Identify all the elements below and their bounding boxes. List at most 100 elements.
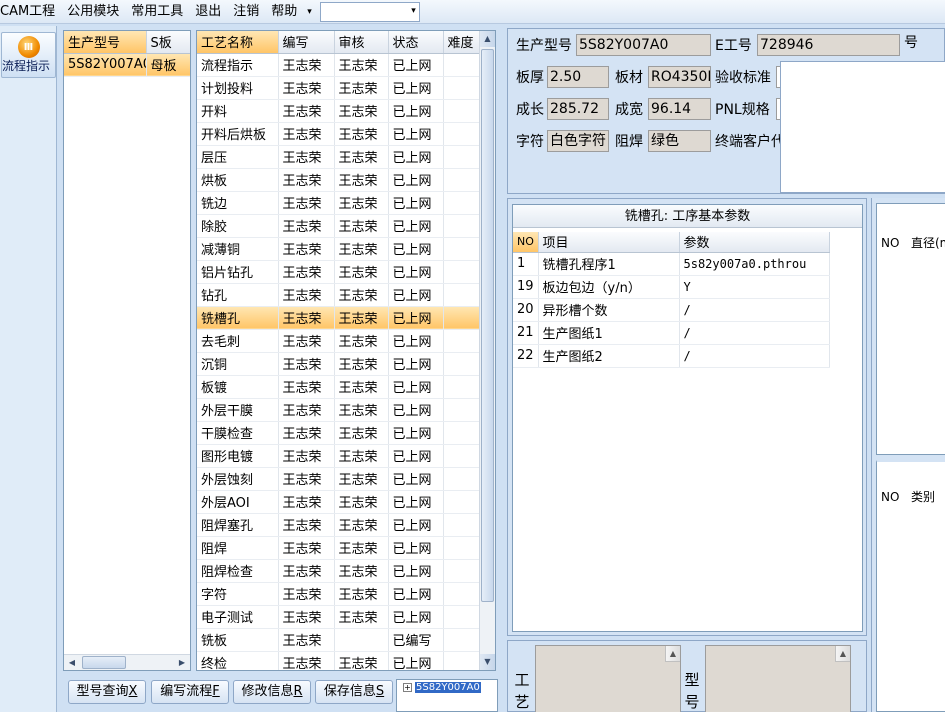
params-no-header[interactable]: NO bbox=[513, 232, 539, 253]
process-name-cell[interactable]: 干膜检查 bbox=[197, 421, 279, 445]
params-row[interactable]: 21 生产图纸1/ bbox=[513, 321, 830, 345]
writer-cell[interactable]: 王志荣 bbox=[278, 191, 335, 215]
process-name-cell[interactable]: 铣槽孔 bbox=[197, 306, 279, 330]
reviewer-cell[interactable]: 王志荣 bbox=[334, 99, 389, 123]
status-cell[interactable]: 已上网 bbox=[388, 559, 444, 583]
status-cell[interactable]: 已上网 bbox=[388, 444, 444, 468]
process-row[interactable]: 干膜检查 王志荣 王志荣 已上网 bbox=[197, 421, 482, 445]
menu-combo-box[interactable]: ▾ bbox=[319, 1, 420, 22]
reviewer-cell[interactable]: 王志荣 bbox=[334, 168, 389, 192]
process-row[interactable]: 阻焊 王志荣 王志荣 已上网 bbox=[197, 536, 482, 560]
process-row[interactable]: 外层AOI 王志荣 王志荣 已上网 bbox=[197, 490, 482, 514]
status-cell[interactable]: 已上网 bbox=[388, 237, 444, 261]
difficulty-cell[interactable] bbox=[443, 467, 482, 491]
process-row[interactable]: 字符 王志荣 王志荣 已上网 bbox=[197, 582, 482, 606]
difficulty-cell[interactable] bbox=[443, 513, 482, 537]
status-cell[interactable]: 已上网 bbox=[388, 329, 444, 353]
writer-cell[interactable]: 王志荣 bbox=[278, 76, 335, 100]
finished-width-field[interactable]: 96.14 bbox=[648, 98, 711, 120]
reviewer-cell[interactable]: 王志荣 bbox=[334, 651, 389, 670]
writer-cell[interactable]: 王志荣 bbox=[278, 444, 335, 468]
edit-info-button[interactable]: 修改信息R bbox=[233, 680, 311, 704]
difficulty-cell[interactable] bbox=[443, 329, 482, 353]
writer-header[interactable]: 编写 bbox=[278, 31, 335, 54]
scroll-up-icon[interactable]: ▲ bbox=[835, 646, 850, 662]
process-name-cell[interactable]: 铣板 bbox=[197, 628, 279, 652]
process-name-cell[interactable]: 烘板 bbox=[197, 168, 279, 192]
reviewer-cell[interactable]: 王志荣 bbox=[334, 260, 389, 284]
process-row[interactable]: 流程指示 王志荣 王志荣 已上网 bbox=[197, 53, 482, 77]
silkscreen-field[interactable]: 白色字符 bbox=[547, 130, 609, 152]
reviewer-cell[interactable]: 王志荣 bbox=[334, 444, 389, 468]
e-number-field[interactable]: 728946 bbox=[757, 34, 900, 56]
writer-cell[interactable]: 王志荣 bbox=[278, 582, 335, 606]
params-row[interactable]: 22 生产图纸2/ bbox=[513, 344, 830, 368]
reviewer-cell[interactable]: 王志荣 bbox=[334, 352, 389, 376]
reviewer-cell[interactable]: 王志荣 bbox=[334, 283, 389, 307]
process-row[interactable]: 开料后烘板 王志荣 王志荣 已上网 bbox=[197, 122, 482, 146]
params-value-cell[interactable]: Y bbox=[679, 275, 830, 299]
reviewer-cell[interactable]: 王志荣 bbox=[334, 306, 389, 330]
status-cell[interactable]: 已上网 bbox=[388, 76, 444, 100]
nav-flow-button[interactable]: Ⅲ 流程指示 bbox=[1, 32, 56, 78]
thickness-field[interactable]: 2.50 bbox=[547, 66, 609, 88]
process-row[interactable]: 阻焊检查 王志荣 王志荣 已上网 bbox=[197, 559, 482, 583]
status-cell[interactable]: 已上网 bbox=[388, 352, 444, 376]
process-row[interactable]: 终检 王志荣 王志荣 已上网 bbox=[197, 651, 482, 670]
status-cell[interactable]: 已上网 bbox=[388, 421, 444, 445]
process-name-cell[interactable]: 电子测试 bbox=[197, 605, 279, 629]
difficulty-cell[interactable] bbox=[443, 122, 482, 146]
reviewer-cell[interactable]: 王志荣 bbox=[334, 513, 389, 537]
menu-common-module[interactable]: 公用模块 bbox=[61, 0, 125, 24]
process-name-cell[interactable]: 终检 bbox=[197, 651, 279, 670]
process-name-cell[interactable]: 铣边 bbox=[197, 191, 279, 215]
difficulty-cell[interactable] bbox=[443, 628, 482, 652]
process-memo[interactable]: ▲ bbox=[535, 645, 681, 712]
reviewer-cell[interactable]: 王志荣 bbox=[334, 145, 389, 169]
status-cell[interactable]: 已上网 bbox=[388, 122, 444, 146]
process-row[interactable]: 计划投料 王志荣 王志荣 已上网 bbox=[197, 76, 482, 100]
reviewer-cell[interactable]: 王志荣 bbox=[334, 582, 389, 606]
status-cell[interactable]: 已上网 bbox=[388, 582, 444, 606]
difficulty-cell[interactable] bbox=[443, 582, 482, 606]
writer-cell[interactable]: 王志荣 bbox=[278, 605, 335, 629]
difficulty-cell[interactable] bbox=[443, 605, 482, 629]
writer-cell[interactable]: 王志荣 bbox=[278, 398, 335, 422]
writer-cell[interactable]: 王志荣 bbox=[278, 375, 335, 399]
process-row[interactable]: 除胶 王志荣 王志荣 已上网 bbox=[197, 214, 482, 238]
process-name-cell[interactable]: 外层AOI bbox=[197, 490, 279, 514]
writer-cell[interactable]: 王志荣 bbox=[278, 513, 335, 537]
params-value-header[interactable]: 参数 bbox=[679, 232, 830, 253]
process-row[interactable]: 开料 王志荣 王志荣 已上网 bbox=[197, 99, 482, 123]
reviewer-cell[interactable]: 王志荣 bbox=[334, 214, 389, 238]
params-row[interactable]: 20 异形槽个数 / bbox=[513, 298, 830, 322]
difficulty-cell[interactable] bbox=[443, 260, 482, 284]
writer-cell[interactable]: 王志荣 bbox=[278, 352, 335, 376]
write-flow-button[interactable]: 编写流程F bbox=[151, 680, 229, 704]
info-notes-box[interactable] bbox=[780, 61, 945, 193]
model-hscroll-thumb[interactable] bbox=[82, 656, 126, 669]
process-name-cell[interactable]: 字符 bbox=[197, 582, 279, 606]
reviewer-cell[interactable]: 王志荣 bbox=[334, 76, 389, 100]
difficulty-cell[interactable] bbox=[443, 214, 482, 238]
status-cell[interactable]: 已上网 bbox=[388, 145, 444, 169]
menu-exit[interactable]: 退出 bbox=[189, 0, 227, 24]
model-cell[interactable]: 5S82Y007A0 bbox=[64, 53, 147, 77]
tree-node-label[interactable]: 5S82Y007A0 bbox=[415, 682, 481, 693]
reviewer-cell[interactable]: 王志荣 bbox=[334, 398, 389, 422]
menu-logout[interactable]: 注销 bbox=[227, 0, 265, 24]
status-cell[interactable]: 已上网 bbox=[388, 260, 444, 284]
menu-help[interactable]: 帮助 bbox=[265, 0, 303, 24]
model-col-header[interactable]: 生产型号 bbox=[64, 31, 147, 54]
process-name-cell[interactable]: 除胶 bbox=[197, 214, 279, 238]
reviewer-cell[interactable]: 王志荣 bbox=[334, 421, 389, 445]
params-item-cell[interactable]: 板边包边（y/n） bbox=[538, 275, 680, 299]
params-item-cell[interactable]: 异形槽个数 bbox=[538, 298, 680, 322]
process-name-cell[interactable]: 去毛刺 bbox=[197, 329, 279, 353]
process-name-cell[interactable]: 板镀 bbox=[197, 375, 279, 399]
process-row[interactable]: 阻焊塞孔 王志荣 王志荣 已上网 bbox=[197, 513, 482, 537]
reviewer-cell[interactable]: 王志荣 bbox=[334, 559, 389, 583]
reviewer-cell[interactable] bbox=[334, 628, 389, 652]
difficulty-cell[interactable] bbox=[443, 145, 482, 169]
process-row[interactable]: 板镀 王志荣 王志荣 已上网 bbox=[197, 375, 482, 399]
